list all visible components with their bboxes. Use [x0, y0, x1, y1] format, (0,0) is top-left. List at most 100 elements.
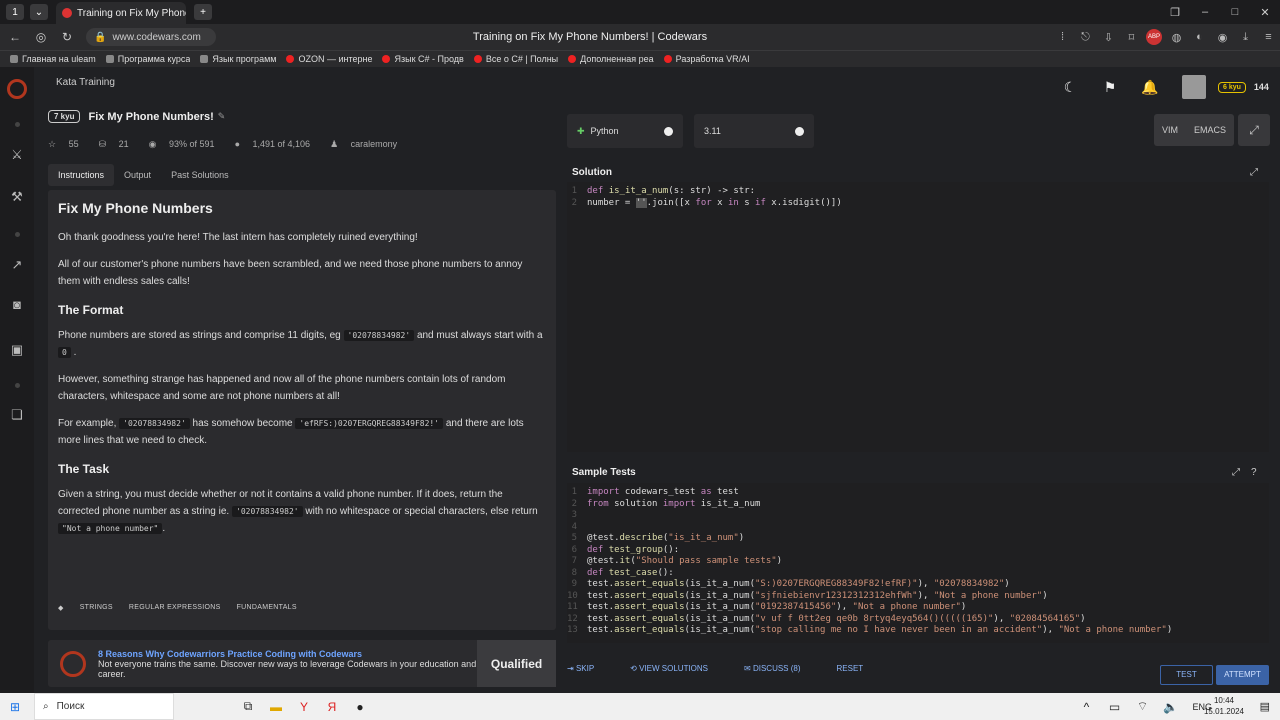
tab-instructions[interactable]: Instructions [48, 164, 115, 186]
task-heading: The Task [58, 462, 110, 476]
windows-start-icon[interactable]: ⊞ [10, 700, 20, 714]
bookmark-item[interactable]: Программа курса [105, 54, 190, 64]
network-icon[interactable]: ▭ [1100, 700, 1128, 714]
extensions-icon[interactable]: ⁞ [1051, 31, 1074, 43]
test-button[interactable]: TEST [1160, 665, 1213, 685]
file-explorer-icon[interactable]: ▬ [262, 700, 290, 714]
kata-rank-badge: 7 kyu [48, 110, 81, 123]
eye-icon: ◉ [148, 139, 160, 149]
new-tab-icon[interactable]: + [194, 4, 212, 20]
vpn-icon[interactable]: ◍ [1165, 31, 1188, 44]
extension-blue-icon[interactable]: ◐ [1188, 31, 1211, 43]
training-icon[interactable]: ⚔ [9, 147, 25, 163]
app-icon[interactable]: ● [346, 700, 374, 714]
tab-output[interactable]: Output [114, 164, 161, 186]
wifi-icon[interactable]: ⌔ [1128, 699, 1156, 714]
bookmark-item[interactable]: Главная на uleam [10, 54, 96, 64]
stars-stat[interactable]: ☆ 55 [48, 139, 89, 150]
vim-mode-button[interactable]: VIM [1154, 114, 1186, 146]
promo-title[interactable]: 8 Reasons Why Codewarriors Practice Codi… [98, 649, 477, 659]
codewars-logo-icon[interactable] [7, 79, 27, 99]
tests-editor[interactable]: 1 import codewars_test as test 2 from solu… [567, 483, 1269, 643]
rail-divider [15, 383, 20, 388]
bookmark-item[interactable]: Все о C# | Полны [473, 54, 558, 64]
clock[interactable]: 10:44 15.01.2024 [1204, 695, 1244, 717]
dark-mode-icon[interactable]: ☾ [1050, 79, 1090, 96]
collections-stat[interactable]: ⛁ 21 [99, 139, 139, 150]
extension-round-icon[interactable]: ◉ [1211, 31, 1234, 44]
paragraph: Oh thank goodness you're here! The last … [58, 232, 418, 243]
url-field[interactable]: 🔒 www.codewars.com [86, 28, 216, 46]
bookmark-favicon-icon [200, 55, 209, 63]
avatar[interactable] [1182, 75, 1206, 99]
notifications-icon[interactable]: ▤ [1260, 700, 1270, 713]
author-stat[interactable]: ♟ caralemony [330, 139, 407, 150]
collections-icon[interactable]: ❐ [1160, 6, 1190, 19]
shield-icon[interactable]: ◎ [30, 30, 52, 44]
reload-icon[interactable]: ↻ [56, 30, 78, 44]
rail-divider [15, 232, 20, 237]
tray-chevron-icon[interactable]: ^ [1072, 700, 1100, 714]
youtube-favicon-icon [473, 55, 482, 63]
tab-menu-chevron-icon[interactable]: ⌄ [30, 4, 48, 20]
fullscreen-icon[interactable]: ⤢ [1238, 114, 1270, 146]
chat-icon[interactable]: ▣ [9, 342, 25, 358]
adblock-icon[interactable]: ABP [1146, 29, 1162, 45]
edit-icon[interactable]: ✎ [218, 111, 226, 122]
task-view-icon[interactable]: ⧉ [234, 699, 262, 714]
attempt-button[interactable]: ATTEMPT [1216, 665, 1269, 685]
bookmark-icon[interactable]: ⚑ [1090, 79, 1130, 96]
practice-icon[interactable]: ⚒ [9, 189, 25, 205]
bookmark-item[interactable]: Разработка VR/AI [663, 54, 750, 64]
share-icon[interactable]: ⎋ [1074, 31, 1097, 44]
notifications-icon[interactable]: 🔔 [1130, 79, 1170, 96]
version-select[interactable]: 3.11 [694, 114, 814, 148]
lock-icon: 🔒 [94, 31, 107, 43]
language-select[interactable]: ✚ Python [567, 114, 683, 148]
maximize-icon[interactable]: □ [1220, 6, 1250, 19]
bookmark-icon[interactable]: ⌑ [1120, 31, 1143, 44]
tab-counter[interactable]: 1 [6, 4, 24, 20]
bookmarks-bar: Главная на uleam Программа курса Язык пр… [0, 50, 1280, 67]
solution-editor[interactable]: 1 def is_it_a_num(s: str) -> str: 2 numbe… [567, 182, 1269, 452]
bookmark-item[interactable]: OZON — интерне [286, 54, 372, 64]
minimize-icon[interactable]: – [1190, 6, 1220, 19]
browser-tab[interactable]: Training on Fix My Phone✕ [56, 2, 186, 24]
skip-button[interactable]: ⇥ SKIP [567, 664, 612, 673]
paragraph: Given a string, you must decide whether … [58, 489, 538, 534]
side-rail: ⚔ ⚒ ↗ ◙ ▣ ❏ [0, 67, 34, 693]
downloads-icon[interactable]: ⤓ [1234, 31, 1257, 44]
download-icon[interactable]: ⇩ [1097, 31, 1120, 44]
volume-icon[interactable]: 🔈 [1156, 700, 1184, 714]
promo-banner[interactable]: 8 Reasons Why Codewarriors Practice Codi… [48, 640, 556, 687]
tag[interactable]: FUNDAMENTALS [237, 604, 297, 612]
discord-icon[interactable]: ◙ [9, 297, 25, 313]
bookmark-item[interactable]: Дополненная реа [568, 54, 654, 64]
yandex-icon[interactable]: Я [318, 700, 346, 714]
tab-past-solutions[interactable]: Past Solutions [161, 164, 239, 186]
reset-button[interactable]: RESET [837, 664, 864, 673]
tag-icon: ◆ [58, 605, 64, 612]
expand-icon[interactable]: ⤢ [1250, 167, 1258, 178]
expand-icon[interactable]: ⤢ [1232, 467, 1240, 478]
back-icon[interactable]: ← [4, 30, 26, 44]
tag[interactable]: REGULAR EXPRESSIONS [129, 604, 221, 612]
docs-icon[interactable]: ❏ [9, 407, 25, 423]
tag[interactable]: STRINGS [80, 604, 113, 612]
editor-mode-toggle: VIM EMACS [1154, 114, 1235, 146]
yandex-browser-icon[interactable]: Y [290, 700, 318, 714]
sample-tests-title: Sample Tests [572, 467, 636, 478]
qualified-logo: Qualified [477, 640, 556, 687]
discuss-button[interactable]: ✉ DISCUSS (8) [744, 664, 819, 673]
view-solutions-button[interactable]: ⟲ VIEW SOLUTIONS [630, 664, 726, 673]
taskbar-search[interactable]: ⌕ Поиск [34, 693, 174, 720]
close-window-icon[interactable]: ✕ [1250, 6, 1280, 19]
kata-header: 7 kyu Fix My Phone Numbers! ✎ [48, 110, 225, 123]
help-icon[interactable]: ? [1251, 467, 1257, 478]
emacs-mode-button[interactable]: EMACS [1186, 114, 1234, 146]
menu-icon[interactable]: ≡ [1257, 31, 1280, 43]
paragraph: Phone numbers are stored as strings and … [58, 330, 543, 358]
leaderboard-icon[interactable]: ↗ [9, 257, 25, 273]
bookmark-item[interactable]: Язык C# - Продв [382, 54, 464, 64]
bookmark-item[interactable]: Язык программ [200, 54, 276, 64]
